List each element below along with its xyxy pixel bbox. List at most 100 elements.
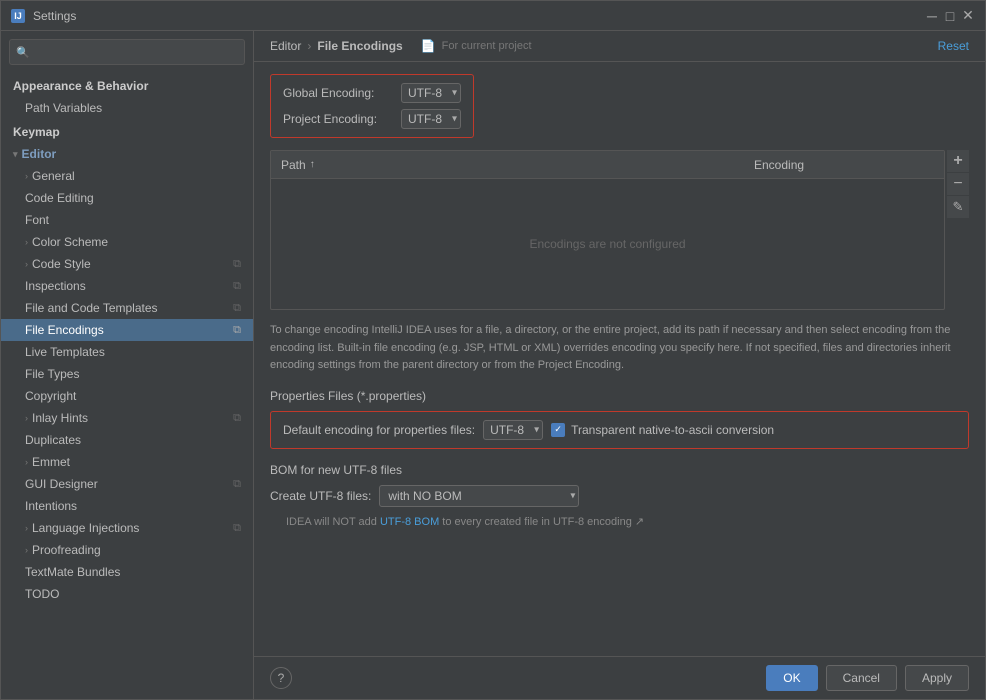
sidebar-item-inspections[interactable]: Inspections ⧉ bbox=[1, 275, 253, 297]
settings-copy-icon: ⧉ bbox=[233, 412, 241, 425]
sidebar-item-label: Code Style bbox=[32, 257, 91, 271]
sidebar-item-label: Path Variables bbox=[25, 101, 102, 115]
sidebar-item-file-and-code-templates[interactable]: File and Code Templates ⧉ bbox=[1, 297, 253, 319]
properties-default-label: Default encoding for properties files: bbox=[283, 423, 475, 437]
sidebar-item-code-editing[interactable]: Code Editing bbox=[1, 187, 253, 209]
sidebar-item-intentions[interactable]: Intentions bbox=[1, 495, 253, 517]
th-path: Path ↑ bbox=[271, 158, 744, 172]
sidebar-item-todo[interactable]: TODO bbox=[1, 583, 253, 605]
bottom-buttons: OK Cancel Apply bbox=[766, 665, 969, 691]
sidebar-item-label: Font bbox=[25, 213, 49, 227]
sidebar-item-duplicates[interactable]: Duplicates bbox=[1, 429, 253, 451]
sidebar-item-label: File Types bbox=[25, 367, 79, 381]
settings-copy-icon: ⧉ bbox=[233, 302, 241, 315]
chevron-down-icon: ▾ bbox=[13, 149, 18, 160]
bom-create-label: Create UTF-8 files: bbox=[270, 489, 371, 503]
sidebar-item-file-types[interactable]: File Types bbox=[1, 363, 253, 385]
close-button[interactable]: ✕ bbox=[961, 9, 975, 23]
sidebar-item-copyright[interactable]: Copyright bbox=[1, 385, 253, 407]
sidebar-item-label: Inspections bbox=[25, 279, 86, 293]
checkbox-check-icon: ✓ bbox=[551, 423, 565, 437]
settings-copy-icon: ⧉ bbox=[233, 258, 241, 271]
sidebar-item-keymap[interactable]: Keymap bbox=[1, 119, 253, 143]
sidebar-item-emmet[interactable]: › Emmet bbox=[1, 451, 253, 473]
breadcrumb-current: File Encodings bbox=[317, 39, 402, 53]
search-input[interactable] bbox=[36, 45, 238, 59]
global-encoding-label: Global Encoding: bbox=[283, 86, 393, 100]
sidebar-item-font[interactable]: Font bbox=[1, 209, 253, 231]
sidebar-item-label: Live Templates bbox=[25, 345, 105, 359]
bom-section-title: BOM for new UTF-8 files bbox=[270, 463, 969, 477]
sidebar-item-file-encodings[interactable]: File Encodings ⧉ bbox=[1, 319, 253, 341]
sidebar-item-path-variables[interactable]: Path Variables bbox=[1, 97, 253, 119]
description-text: To change encoding IntelliJ IDEA uses fo… bbox=[270, 322, 969, 375]
cancel-button[interactable]: Cancel bbox=[826, 665, 897, 691]
settings-copy-icon: ⧉ bbox=[233, 324, 241, 337]
bom-create-select[interactable]: with NO BOM bbox=[379, 485, 579, 507]
window-controls: ─ □ ✕ bbox=[925, 9, 975, 23]
table-body-empty: Encodings are not configured bbox=[271, 179, 944, 309]
table-empty-message: Encodings are not configured bbox=[529, 237, 685, 251]
sidebar-item-label: TextMate Bundles bbox=[25, 565, 120, 579]
sort-asc-icon: ↑ bbox=[310, 159, 315, 170]
chevron-right-icon: › bbox=[25, 413, 28, 423]
sidebar-item-textmate-bundles[interactable]: TextMate Bundles bbox=[1, 561, 253, 583]
global-encoding-select-wrapper: UTF-8 bbox=[401, 83, 461, 103]
utf8-bom-link[interactable]: UTF-8 BOM bbox=[380, 516, 439, 528]
sidebar-item-editor[interactable]: ▾ Editor bbox=[1, 143, 253, 165]
sidebar-item-label: Proofreading bbox=[32, 543, 101, 557]
sidebar-item-label: TODO bbox=[25, 587, 59, 601]
global-encoding-select[interactable]: UTF-8 bbox=[401, 83, 461, 103]
minimize-button[interactable]: ─ bbox=[925, 9, 939, 23]
project-encoding-label: Project Encoding: bbox=[283, 112, 393, 126]
add-path-button[interactable]: + bbox=[947, 150, 969, 172]
properties-encoding-select[interactable]: UTF-8 bbox=[483, 420, 543, 440]
main-content: 🔍 Appearance & Behavior Path Variables K… bbox=[1, 31, 985, 699]
breadcrumb-parent: Editor bbox=[270, 39, 301, 53]
sidebar-item-appearance[interactable]: Appearance & Behavior bbox=[1, 73, 253, 97]
ok-button[interactable]: OK bbox=[766, 665, 817, 691]
sidebar-item-label: Language Injections bbox=[32, 521, 139, 535]
sidebar-item-label: Editor bbox=[22, 147, 57, 161]
settings-window: IJ Settings ─ □ ✕ 🔍 Appearance & Behavio… bbox=[0, 0, 986, 700]
sidebar-item-inlay-hints[interactable]: › Inlay Hints ⧉ bbox=[1, 407, 253, 429]
chevron-right-icon: › bbox=[25, 171, 28, 181]
sidebar-item-label: General bbox=[32, 169, 75, 183]
sidebar-item-language-injections[interactable]: › Language Injections ⧉ bbox=[1, 517, 253, 539]
global-project-encoding-box: Global Encoding: UTF-8 Project Encoding:… bbox=[270, 74, 474, 138]
help-button[interactable]: ? bbox=[270, 667, 292, 689]
search-box[interactable]: 🔍 bbox=[9, 39, 245, 65]
project-encoding-select[interactable]: UTF-8 bbox=[401, 109, 461, 129]
sidebar-nav: Appearance & Behavior Path Variables Key… bbox=[1, 73, 253, 699]
remove-path-button[interactable]: − bbox=[947, 173, 969, 195]
sidebar-item-code-style[interactable]: › Code Style ⧉ bbox=[1, 253, 253, 275]
properties-encoding-select-wrapper: UTF-8 bbox=[483, 420, 543, 440]
sidebar-item-label: Code Editing bbox=[25, 191, 94, 205]
bom-create-row: Create UTF-8 files: with NO BOM bbox=[270, 485, 969, 507]
panel-body: Global Encoding: UTF-8 Project Encoding:… bbox=[254, 62, 985, 656]
sidebar-item-label: Inlay Hints bbox=[32, 411, 88, 425]
sidebar-item-proofreading[interactable]: › Proofreading bbox=[1, 539, 253, 561]
maximize-button[interactable]: □ bbox=[943, 9, 957, 23]
edit-path-button[interactable]: ✎ bbox=[947, 196, 969, 218]
sidebar-item-label: Intentions bbox=[25, 499, 77, 513]
sidebar-item-general[interactable]: › General bbox=[1, 165, 253, 187]
search-icon: 🔍 bbox=[16, 46, 30, 59]
sidebar-item-gui-designer[interactable]: GUI Designer ⧉ bbox=[1, 473, 253, 495]
settings-copy-icon: ⧉ bbox=[233, 522, 241, 535]
chevron-right-icon: › bbox=[25, 545, 28, 555]
settings-copy-icon: ⧉ bbox=[233, 280, 241, 293]
title-bar: IJ Settings ─ □ ✕ bbox=[1, 1, 985, 31]
bom-create-select-wrapper: with NO BOM bbox=[379, 485, 579, 507]
transparent-conversion-checkbox[interactable]: ✓ Transparent native-to-ascii conversion bbox=[551, 423, 774, 437]
sidebar-item-label: Color Scheme bbox=[32, 235, 108, 249]
sidebar-item-label: Copyright bbox=[25, 389, 76, 403]
sidebar-item-color-scheme[interactable]: › Color Scheme bbox=[1, 231, 253, 253]
properties-section-title: Properties Files (*.properties) bbox=[270, 389, 969, 403]
apply-button[interactable]: Apply bbox=[905, 665, 969, 691]
bottom-bar: ? OK Cancel Apply bbox=[254, 656, 985, 699]
sidebar-item-label: File Encodings bbox=[25, 323, 104, 337]
reset-button[interactable]: Reset bbox=[938, 39, 969, 53]
for-project-label: For current project bbox=[442, 40, 532, 52]
sidebar-item-live-templates[interactable]: Live Templates bbox=[1, 341, 253, 363]
